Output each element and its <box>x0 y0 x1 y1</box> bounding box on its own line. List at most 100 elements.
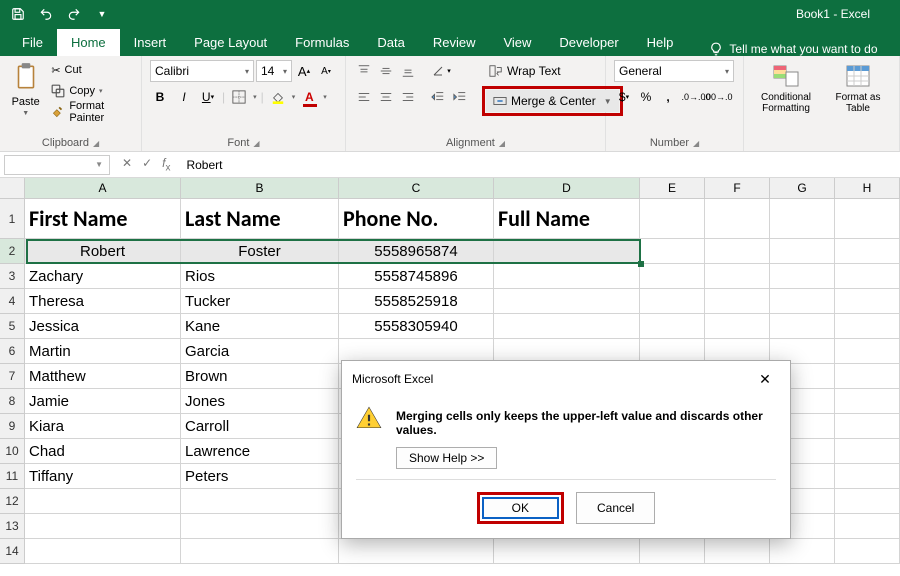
paste-button[interactable]: Paste ▼ <box>8 60 43 117</box>
cell[interactable] <box>640 199 705 239</box>
percent-format-icon[interactable]: % <box>636 86 656 108</box>
cell[interactable] <box>640 539 705 564</box>
row-header[interactable]: 7 <box>0 364 25 389</box>
tell-me[interactable]: Tell me what you want to do <box>699 42 887 56</box>
cell[interactable]: Last Name <box>181 199 339 239</box>
col-header[interactable]: G <box>770 178 835 199</box>
tab-formulas[interactable]: Formulas <box>281 29 363 56</box>
show-help-button[interactable]: Show Help >> <box>396 447 497 469</box>
align-left-icon[interactable] <box>354 86 374 108</box>
decrease-font-icon[interactable]: A▾ <box>316 60 336 82</box>
fill-handle[interactable] <box>638 261 644 267</box>
align-middle-icon[interactable] <box>376 60 396 82</box>
redo-icon[interactable] <box>66 6 82 22</box>
font-launcher-icon[interactable]: ◢ <box>253 139 259 148</box>
tab-help[interactable]: Help <box>633 29 688 56</box>
save-icon[interactable] <box>10 6 26 22</box>
col-header[interactable]: C <box>339 178 494 199</box>
cell[interactable] <box>835 464 900 489</box>
cell[interactable] <box>770 199 835 239</box>
row-header[interactable]: 3 <box>0 264 25 289</box>
cell[interactable] <box>835 339 900 364</box>
cell[interactable] <box>705 264 770 289</box>
font-color-button[interactable]: A <box>299 86 319 108</box>
cell[interactable]: Jessica <box>25 314 181 339</box>
accounting-format-icon[interactable]: $▾ <box>614 86 634 108</box>
underline-button[interactable]: U▾ <box>198 86 218 108</box>
cell[interactable]: Full Name <box>494 199 640 239</box>
fill-color-button[interactable] <box>268 86 288 108</box>
enter-formula-icon[interactable]: ✓ <box>142 156 152 173</box>
tab-file[interactable]: File <box>8 29 57 56</box>
cell[interactable]: Tiffany <box>25 464 181 489</box>
decrease-indent-icon[interactable] <box>428 86 448 108</box>
increase-indent-icon[interactable] <box>450 86 470 108</box>
cell[interactable] <box>835 199 900 239</box>
cell[interactable] <box>770 314 835 339</box>
cell[interactable] <box>835 489 900 514</box>
merge-center-button[interactable]: Merge & Center ▼ <box>486 90 619 112</box>
cell[interactable] <box>705 539 770 564</box>
dialog-ok-button[interactable]: OK <box>482 497 559 519</box>
cell[interactable] <box>770 239 835 264</box>
col-header[interactable]: B <box>181 178 339 199</box>
row-header[interactable]: 8 <box>0 389 25 414</box>
cell[interactable] <box>181 489 339 514</box>
number-format-combo[interactable]: General▾ <box>614 60 734 82</box>
dialog-cancel-button[interactable]: Cancel <box>576 492 655 524</box>
cell[interactable] <box>835 539 900 564</box>
cell[interactable] <box>494 264 640 289</box>
cell[interactable]: Carroll <box>181 414 339 439</box>
cell[interactable] <box>339 539 494 564</box>
cell[interactable]: First Name <box>25 199 181 239</box>
cell[interactable]: Foster <box>181 239 339 264</box>
format-painter-button[interactable]: Format Painter <box>49 102 133 122</box>
orientation-icon[interactable]: ▾ <box>428 60 454 82</box>
conditional-formatting-button[interactable]: Conditional Formatting <box>752 64 820 114</box>
row-header[interactable]: 2 <box>0 239 25 264</box>
tab-developer[interactable]: Developer <box>545 29 632 56</box>
cell[interactable] <box>835 239 900 264</box>
bold-button[interactable]: B <box>150 86 170 108</box>
row-header[interactable]: 14 <box>0 539 25 564</box>
cell[interactable] <box>25 514 181 539</box>
cell[interactable] <box>640 289 705 314</box>
cell[interactable] <box>835 439 900 464</box>
wrap-text-button[interactable]: Wrap Text <box>482 60 623 82</box>
align-right-icon[interactable] <box>398 86 418 108</box>
tab-view[interactable]: View <box>489 29 545 56</box>
cell[interactable]: Robert <box>25 239 181 264</box>
cell[interactable]: Chad <box>25 439 181 464</box>
cell[interactable]: 5558525918 <box>339 289 494 314</box>
alignment-launcher-icon[interactable]: ◢ <box>499 139 505 148</box>
cell[interactable] <box>835 364 900 389</box>
tab-home[interactable]: Home <box>57 29 120 56</box>
tab-insert[interactable]: Insert <box>120 29 181 56</box>
tab-data[interactable]: Data <box>363 29 418 56</box>
cell[interactable]: Jones <box>181 389 339 414</box>
cell[interactable]: 5558745896 <box>339 264 494 289</box>
select-all-corner[interactable] <box>0 178 25 199</box>
cell[interactable]: Martin <box>25 339 181 364</box>
comma-format-icon[interactable]: , <box>658 86 678 108</box>
cell[interactable] <box>835 289 900 314</box>
cell[interactable] <box>494 239 640 264</box>
col-header[interactable]: D <box>494 178 640 199</box>
cell[interactable] <box>494 289 640 314</box>
cell[interactable] <box>835 514 900 539</box>
col-header[interactable]: A <box>25 178 181 199</box>
cell[interactable]: Garcia <box>181 339 339 364</box>
cell[interactable] <box>705 314 770 339</box>
cell[interactable] <box>835 389 900 414</box>
borders-button[interactable] <box>229 86 249 108</box>
clipboard-launcher-icon[interactable]: ◢ <box>93 139 99 148</box>
row-header[interactable]: 13 <box>0 514 25 539</box>
cell[interactable]: Kiara <box>25 414 181 439</box>
cell[interactable]: Brown <box>181 364 339 389</box>
row-header[interactable]: 10 <box>0 439 25 464</box>
cell[interactable] <box>835 314 900 339</box>
cell[interactable] <box>705 239 770 264</box>
row-header[interactable]: 4 <box>0 289 25 314</box>
tab-review[interactable]: Review <box>419 29 490 56</box>
row-header[interactable]: 11 <box>0 464 25 489</box>
